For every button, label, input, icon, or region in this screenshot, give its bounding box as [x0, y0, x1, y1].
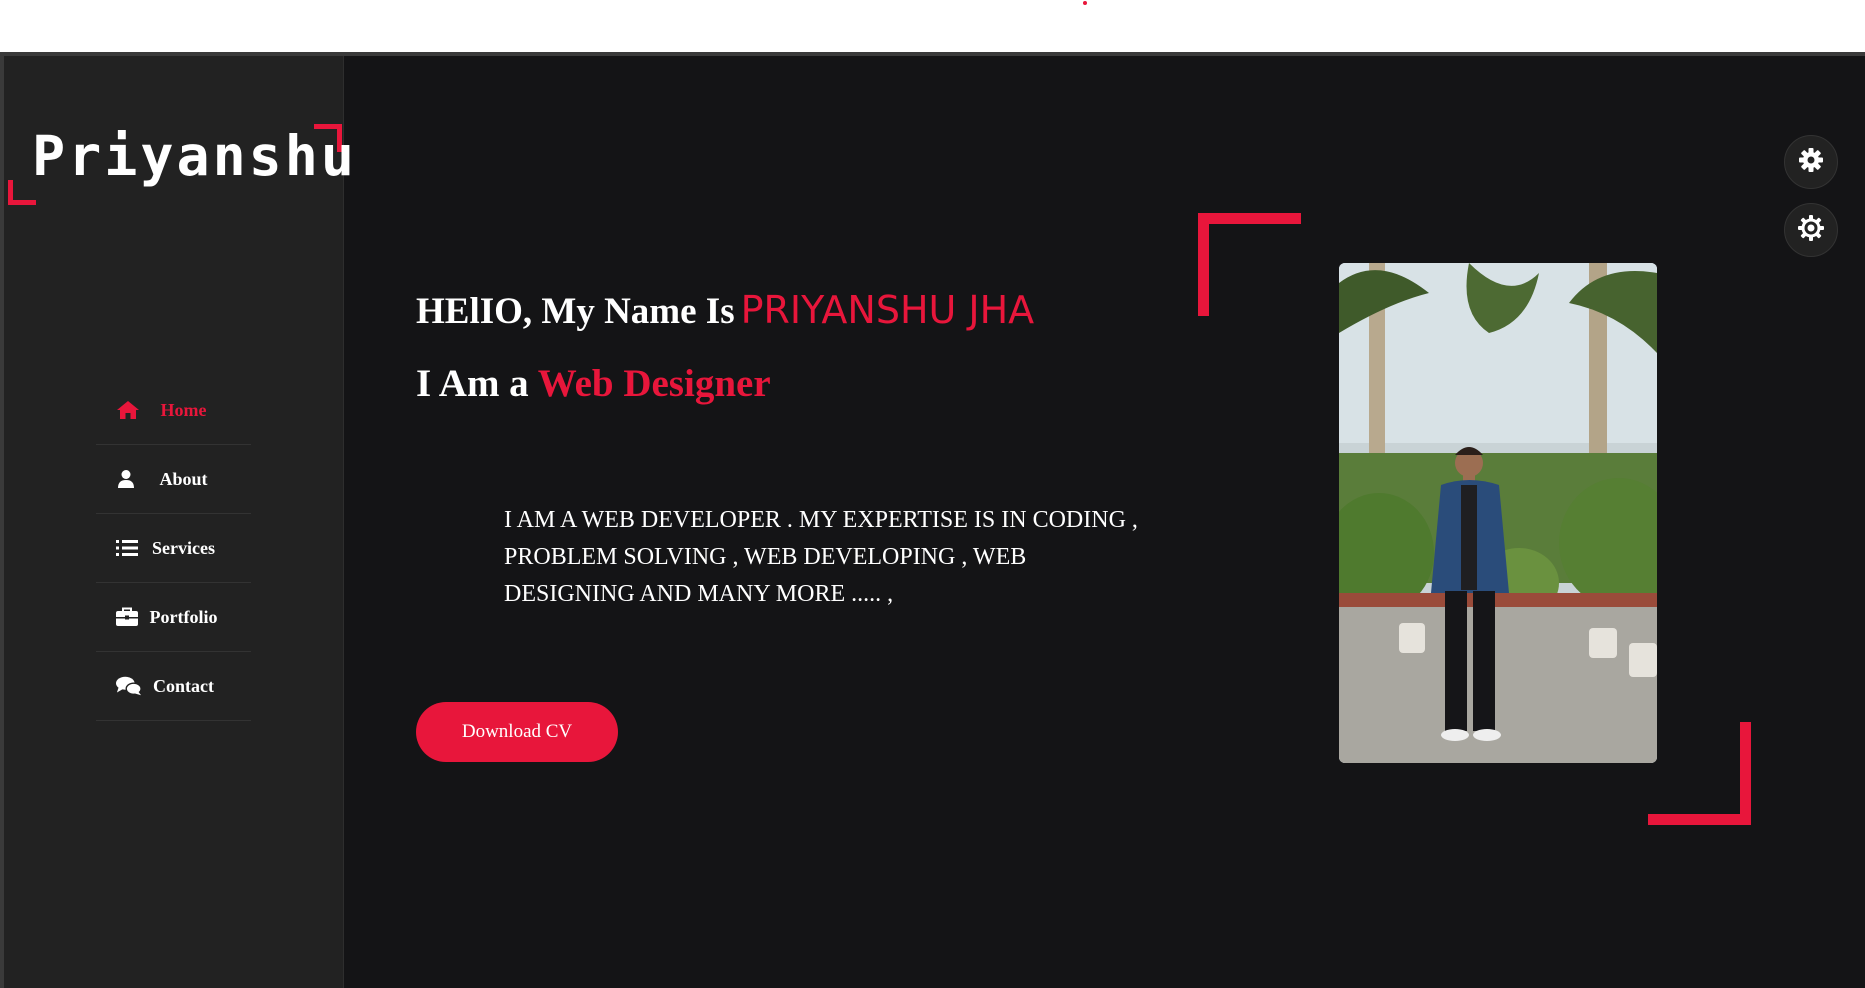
- theme-settings-button[interactable]: [1784, 203, 1838, 257]
- portfolio-page: Priyanshu Home About Services Portfolio …: [0, 56, 1865, 988]
- sidebar-nav: Home About Services Portfolio Contact: [96, 376, 251, 721]
- gear-icon: [1798, 147, 1824, 178]
- settings-button[interactable]: [1784, 135, 1838, 189]
- bio-text: I AM A WEB DEVELOPER . MY EXPERTISE IS I…: [504, 507, 1138, 607]
- role-heading: I Am a Web Designer: [416, 361, 771, 406]
- nav-item-label: Contact: [153, 676, 214, 696]
- greeting-heading: HElIO, My Name Is PRIYANSHU JHA: [416, 288, 1034, 333]
- role-prefix: I Am a: [416, 362, 529, 405]
- greeting-prefix: HElIO, My Name Is: [416, 291, 735, 332]
- nav-item-label: Home: [160, 400, 207, 420]
- nav-item-services[interactable]: Services: [96, 514, 251, 583]
- nav-item-home[interactable]: Home: [96, 376, 251, 445]
- profile-photo: [1339, 263, 1657, 763]
- photo-frame-bottom-right: [1648, 722, 1751, 825]
- nav-item-label: Services: [152, 538, 215, 558]
- hero-role: Web Designer: [537, 362, 771, 405]
- hero-name: PRIYANSHU JHA: [740, 288, 1035, 332]
- nav-item-contact[interactable]: Contact: [96, 652, 251, 721]
- sidebar: Priyanshu Home About Services Portfolio …: [4, 56, 354, 988]
- loading-dot: [1083, 1, 1087, 5]
- nav-item-label: Portfolio: [149, 607, 218, 627]
- download-cv-button[interactable]: Download CV: [416, 702, 618, 762]
- nav-item-about[interactable]: About: [96, 445, 251, 514]
- browser-top-bar: [0, 0, 1865, 52]
- cog-icon: [1797, 214, 1825, 247]
- nav-item-portfolio[interactable]: Portfolio: [96, 583, 251, 652]
- photo-frame-top-left: [1198, 213, 1301, 316]
- nav-item-label: About: [159, 469, 208, 489]
- logo[interactable]: Priyanshu: [32, 124, 357, 188]
